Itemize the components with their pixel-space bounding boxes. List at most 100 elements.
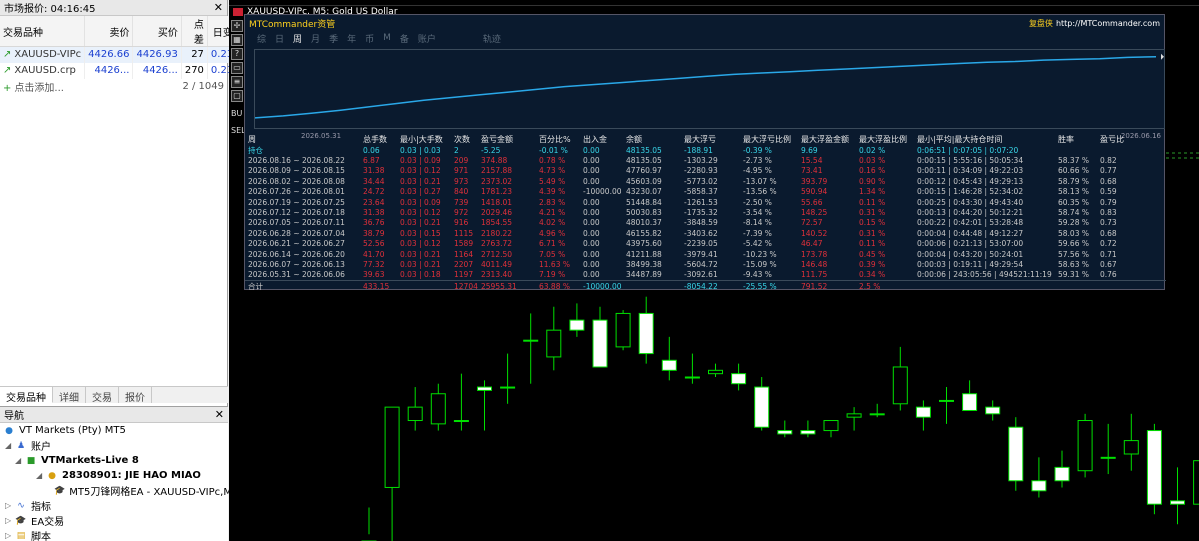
mtc-brand[interactable]: 复盘侠	[1029, 19, 1053, 28]
folder-icon[interactable]: ▭	[231, 62, 243, 74]
close-icon[interactable]: ✕	[215, 408, 224, 421]
cell: 7.19 %	[539, 270, 566, 280]
tree-account[interactable]: ◢ ● 28308901: JIE HAO MIAO	[0, 468, 228, 483]
candle-body	[962, 393, 978, 411]
expand-icon[interactable]: ◢	[5, 441, 15, 450]
cell: 739	[454, 197, 469, 207]
tab-trading[interactable]: 交易	[86, 387, 119, 404]
add-symbol-label: 点击添加...	[14, 83, 64, 94]
equity-line	[254, 55, 1157, 119]
cell: 2180.22	[481, 228, 513, 238]
candle	[361, 507, 377, 541]
tab-track[interactable]: 轨迹	[483, 32, 501, 45]
tab-ticks[interactable]: 报价	[119, 387, 152, 404]
add-symbol-row[interactable]: + 点击添加... 2 / 1049	[0, 79, 227, 95]
col-ask[interactable]: 买价	[132, 16, 182, 47]
col-spread[interactable]: 点差	[181, 16, 208, 47]
price-chart[interactable]: XAUUSD-VIPc, M5: Gold US Dollar ✢ ▦ ? ▭ …	[229, 0, 1199, 541]
tab-year[interactable]: 年	[347, 32, 356, 45]
tab-details[interactable]: 详细	[53, 387, 86, 404]
cell: 最小|平均|最大持仓时间	[917, 135, 1003, 144]
cell: -3403.62	[684, 228, 718, 238]
candle	[754, 377, 770, 431]
candle-body	[731, 373, 747, 385]
tab-quarter[interactable]: 季	[329, 32, 338, 45]
candle	[615, 310, 631, 351]
cell: 47760.97	[626, 166, 662, 176]
cell: 111.75	[801, 270, 828, 280]
tree-accounts[interactable]: ◢ ♟ 账户	[0, 438, 228, 454]
candle	[1193, 460, 1199, 505]
symbol-row[interactable]: ↗ XAUUSD.crp 4426... 4426... 270 0.23%	[0, 62, 247, 79]
tab-week[interactable]: 周	[293, 32, 302, 45]
mtc-header: MTCommander资管 复盘侠 http://MTCommander.com	[245, 15, 1164, 31]
cell: 0.77	[1100, 166, 1117, 176]
candle	[1077, 413, 1093, 478]
cell: 59.28 %	[1058, 218, 1089, 228]
cell: -5773.02	[684, 176, 718, 186]
mtcommander-panel: MTCommander资管 复盘侠 http://MTCommander.com …	[244, 14, 1166, 291]
week-row: 2026.06.07 ~ 2026.06.13 77.32 0.03 | 0.21 2…	[245, 259, 1166, 269]
close-icon[interactable]: ✕	[214, 1, 223, 14]
tab-backup[interactable]: 备	[400, 32, 409, 45]
collapse-icon[interactable]: ▷	[5, 516, 15, 525]
tree-scripts[interactable]: ▷ ▤ 脚本	[0, 528, 228, 541]
ea-icon: 🎓	[15, 515, 27, 526]
cell: 最大浮亏比例	[743, 135, 791, 144]
cell: 7.05 %	[539, 249, 566, 259]
print-icon[interactable]: ▢	[231, 90, 243, 102]
crosshair-icon[interactable]: ✢	[231, 20, 243, 32]
tab-symbols[interactable]: 交易品种	[0, 387, 53, 404]
candle	[1146, 423, 1162, 515]
candle	[546, 306, 562, 371]
tab-m[interactable]: M	[383, 33, 391, 43]
col-symbol[interactable]: 交易品种	[0, 16, 86, 47]
candle-body	[638, 312, 654, 355]
tab-month[interactable]: 月	[311, 32, 320, 45]
tree-server[interactable]: ◢ ■ VTMarkets-Live 8	[0, 453, 228, 468]
candle-body	[915, 406, 931, 418]
zoom-icon[interactable]: ?	[231, 48, 243, 60]
tree-ea-trading[interactable]: ▷ 🎓 EA交易	[0, 513, 228, 529]
cell: 0:00:03 | 0:19:11 | 49:29:54	[917, 259, 1024, 269]
tab-summary[interactable]: 综	[257, 32, 266, 45]
candle	[684, 353, 700, 384]
cell: 58.63 %	[1058, 259, 1089, 269]
list-icon[interactable]: ≡	[231, 76, 243, 88]
cell: 39.63	[363, 270, 385, 280]
mtc-url[interactable]: http://MTCommander.com	[1056, 19, 1160, 28]
cell: 41.70	[363, 249, 385, 259]
cell: 973	[454, 176, 469, 186]
collapse-icon[interactable]: ▷	[5, 501, 15, 510]
expand-icon[interactable]: ◢	[15, 456, 25, 465]
col-bid[interactable]: 卖价	[84, 16, 134, 47]
candle-body	[846, 413, 862, 418]
cell: 0.72	[1100, 239, 1117, 249]
cell: 55.66	[801, 197, 823, 207]
symbol-row[interactable]: ↗ XAUUSD-VIPc 4426.66 4426.93 27 0.23%	[0, 46, 247, 63]
cell: 43975.60	[626, 239, 662, 249]
grid-icon[interactable]: ▦	[231, 34, 243, 46]
tab-day[interactable]: 日	[275, 32, 284, 45]
candle-body	[546, 329, 562, 358]
cell: 15.54	[801, 156, 823, 166]
tree-ea[interactable]: 🎓 MT5刀锋网格EA - XAUUSD-VIPc,M	[0, 483, 232, 499]
week-row: 2026.07.19 ~ 2026.07.25 23.64 0.03 | 0.09 7…	[245, 197, 1166, 207]
cell: 48010.37	[626, 218, 662, 228]
cell: 2207	[454, 259, 474, 269]
market-watch-table: 交易品种 卖价 买价 点差 日变化 ↗ XAUUSD-VIPc 4426.66 4…	[0, 16, 247, 79]
tree-indicators[interactable]: ▷ ∿ 指标	[0, 498, 228, 514]
cell: -13.07 %	[743, 176, 777, 186]
collapse-icon[interactable]: ▷	[5, 531, 15, 540]
tree-broker[interactable]: ● VT Markets (Pty) MT5	[0, 423, 228, 438]
candle	[731, 363, 747, 391]
tab-currency[interactable]: 币	[365, 32, 374, 45]
cell: 59.66 %	[1058, 239, 1089, 249]
cell: -1303.29	[684, 156, 718, 166]
cell: 1781.23	[481, 187, 513, 197]
tab-account[interactable]: 账户	[418, 32, 436, 45]
cell: 0:00:15 | 1:46:28 | 52:34:02	[917, 187, 1024, 197]
expand-icon[interactable]: ◢	[36, 471, 46, 480]
candle-body	[1146, 430, 1162, 505]
scripts-label: 脚本	[31, 532, 51, 541]
